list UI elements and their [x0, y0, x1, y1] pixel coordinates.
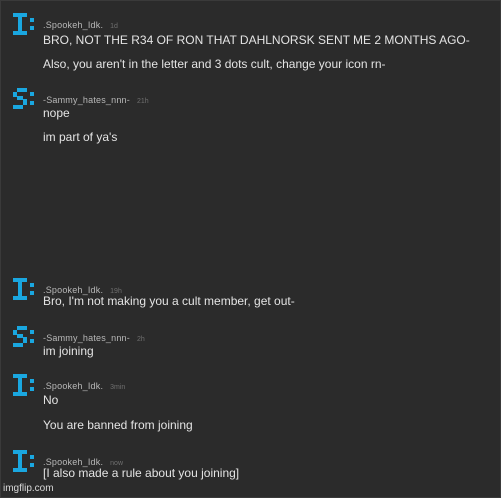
message-text: Bro, I'm not making you a cult member, g…: [43, 294, 295, 308]
message-text: You are banned from joining: [43, 418, 193, 432]
message-text: BRO, NOT THE R34 OF RON THAT DAHLNORSK S…: [43, 33, 470, 47]
avatar[interactable]: [13, 88, 35, 110]
avatar[interactable]: [13, 450, 35, 472]
message-text: im joining: [43, 344, 94, 358]
timestamp: 1d: [110, 23, 118, 30]
timestamp: 2h: [136, 336, 145, 343]
username[interactable]: .Spookeh_Idk.: [43, 20, 103, 30]
message-text: Also, you aren't in the letter and 3 dot…: [43, 57, 386, 71]
i-colon-icon: [13, 374, 34, 396]
username[interactable]: -Sammy_hates_nnn-: [43, 333, 130, 343]
message-text: No: [43, 393, 59, 407]
message-text: im part of ya's: [43, 130, 118, 144]
timestamp: 3min: [110, 384, 126, 391]
username[interactable]: -Sammy_hates_nnn-: [43, 95, 130, 105]
avatar[interactable]: [13, 13, 35, 35]
username[interactable]: .Spookeh_Idk.: [43, 381, 103, 391]
message-text: nope: [43, 106, 70, 120]
i-colon-icon: [13, 13, 34, 35]
i-colon-icon: [13, 278, 34, 300]
timestamp: 21h: [136, 98, 149, 105]
message-text: [I also made a rule about you joining]: [43, 466, 240, 480]
avatar[interactable]: [13, 374, 35, 396]
s-colon-icon: [13, 326, 34, 347]
avatar[interactable]: [13, 326, 35, 348]
chat-panel: .Spookeh_Idk. 1d BRO, NOT THE R34 OF RON …: [0, 0, 501, 498]
i-colon-icon: [13, 450, 34, 472]
avatar[interactable]: [13, 278, 35, 300]
s-colon-icon: [13, 88, 34, 109]
watermark: imgflip.com: [3, 483, 54, 494]
